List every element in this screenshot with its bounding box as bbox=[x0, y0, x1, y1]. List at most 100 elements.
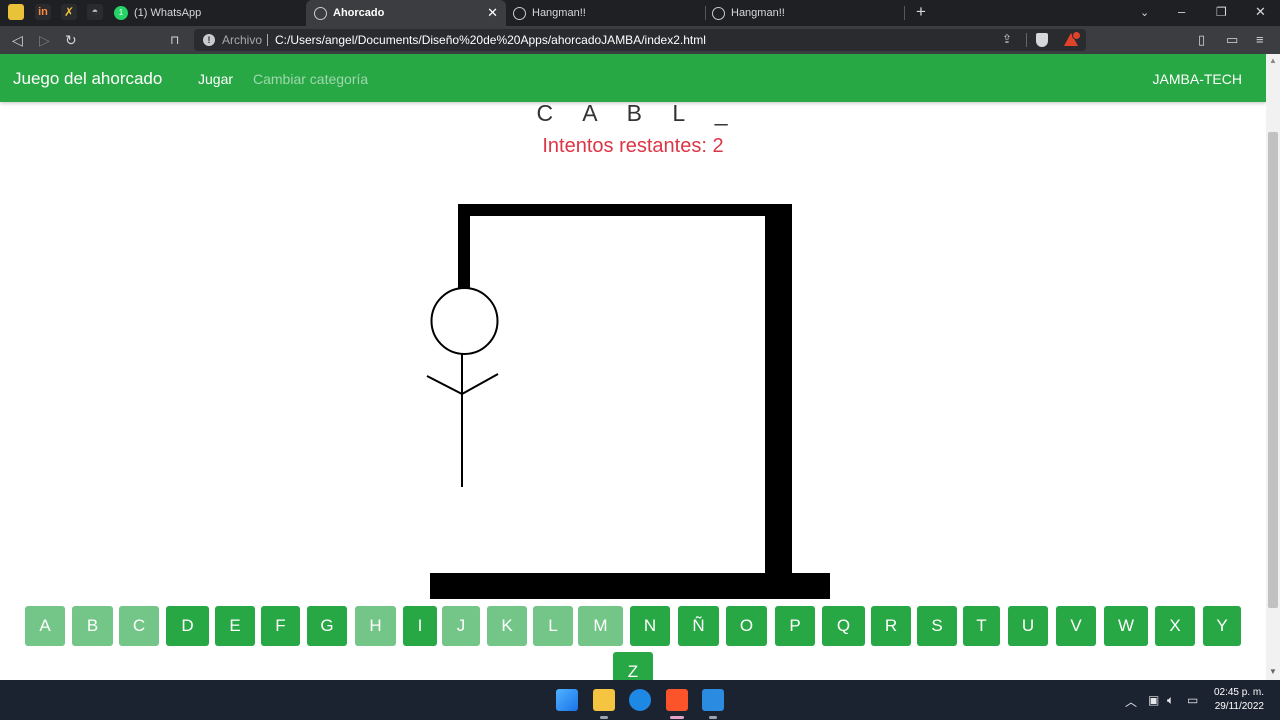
pinned-tab-icon[interactable] bbox=[8, 4, 24, 20]
letter-button-24[interactable]: X bbox=[1155, 606, 1195, 646]
pinned-tab-invision-icon[interactable]: in bbox=[35, 4, 51, 20]
letter-button-6[interactable]: G bbox=[307, 606, 347, 646]
tab-search-chevron-icon[interactable]: ⌄ bbox=[1140, 6, 1149, 19]
start-windows-icon[interactable] bbox=[556, 689, 578, 711]
scrollbar-thumb[interactable] bbox=[1268, 132, 1278, 608]
letter-button-11[interactable]: L bbox=[533, 606, 573, 646]
battery-icon[interactable]: ▭ bbox=[1187, 693, 1198, 707]
hangman-head bbox=[430, 287, 499, 355]
gallows-beam bbox=[458, 204, 792, 216]
tab-label: Hangman!! bbox=[532, 7, 586, 19]
globe-icon bbox=[314, 6, 327, 20]
letter-button-13[interactable]: N bbox=[630, 606, 670, 646]
navbar-right-label[interactable]: JAMBA-TECH bbox=[1153, 71, 1242, 87]
nav-link-cambiar-categoria[interactable]: Cambiar categoría bbox=[253, 71, 368, 87]
tab-whatsapp[interactable]: 1 (1) WhatsApp bbox=[106, 0, 302, 26]
close-tab-icon[interactable]: ✕ bbox=[487, 5, 498, 21]
letter-button-21[interactable]: U bbox=[1008, 606, 1048, 646]
taskbar-indicator bbox=[600, 716, 608, 719]
clock-date: 29/11/2022 bbox=[1214, 701, 1264, 712]
firefox-icon[interactable] bbox=[629, 689, 651, 711]
minimize-icon[interactable]: – bbox=[1178, 4, 1185, 19]
letter-button-1[interactable]: B bbox=[72, 606, 113, 646]
letter-button-14[interactable]: Ñ bbox=[678, 606, 719, 646]
navbar: Juego del ahorcado Jugar Cambiar categor… bbox=[0, 54, 1266, 102]
info-icon[interactable]: ! bbox=[203, 34, 215, 46]
tab-separator bbox=[904, 6, 905, 20]
tray-overflow-chevron-icon[interactable]: ︿ bbox=[1125, 693, 1137, 710]
letter-button-15[interactable]: O bbox=[726, 606, 767, 646]
letter-button-17[interactable]: Q bbox=[822, 606, 865, 646]
letter-button-0[interactable]: A bbox=[25, 606, 65, 646]
hangman-left-arm bbox=[426, 375, 463, 395]
letter-button-7[interactable]: H bbox=[355, 606, 396, 646]
system-clock[interactable]: 02:45 p. m. 29/11/2022 bbox=[1214, 686, 1264, 714]
letter-button-19[interactable]: S bbox=[917, 606, 957, 646]
letter-button-4[interactable]: E bbox=[215, 606, 255, 646]
letter-button-26[interactable]: Z bbox=[613, 652, 653, 680]
pinned-tab-app-icon[interactable]: ✗ bbox=[61, 4, 77, 20]
letter-button-23[interactable]: W bbox=[1104, 606, 1148, 646]
file-explorer-icon[interactable] bbox=[593, 689, 615, 711]
page-viewport: Juego del ahorcado Jugar Cambiar categor… bbox=[0, 54, 1280, 680]
address-scheme: Archivo bbox=[222, 33, 263, 47]
reload-icon[interactable]: ↻ bbox=[65, 32, 77, 48]
navbar-brand[interactable]: Juego del ahorcado bbox=[13, 69, 162, 89]
attempts-remaining: Intentos restantes: 2 bbox=[542, 135, 724, 157]
tab-hangman-2[interactable]: Hangman!! bbox=[704, 0, 904, 26]
back-icon[interactable]: ◁ bbox=[12, 32, 23, 48]
menu-icon[interactable]: ≡ bbox=[1256, 32, 1264, 47]
address-divider bbox=[1026, 33, 1027, 47]
tab-label: Ahorcado bbox=[333, 7, 385, 19]
browser-tab-bar: in ✗ ◓ 1 (1) WhatsApp Ahorcado ✕ Hangman… bbox=[0, 0, 1280, 26]
brave-shields-icon[interactable] bbox=[1036, 33, 1048, 47]
bookmark-icon[interactable]: ⊓ bbox=[170, 32, 179, 48]
volume-icon[interactable]: 🔈︎ bbox=[1167, 693, 1174, 708]
rewards-badge-icon bbox=[1072, 31, 1081, 40]
nav-link-jugar[interactable]: Jugar bbox=[198, 71, 233, 87]
letter-button-3[interactable]: D bbox=[166, 606, 209, 646]
letter-button-16[interactable]: P bbox=[775, 606, 815, 646]
scroll-down-icon[interactable]: ▼ bbox=[1269, 667, 1277, 676]
address-url[interactable]: C:/Users/angel/Documents/Diseño%20de%20A… bbox=[275, 33, 706, 47]
word-display: C A B L _ bbox=[536, 100, 740, 126]
close-window-icon[interactable]: ✕ bbox=[1255, 4, 1266, 20]
vscode-icon[interactable] bbox=[702, 689, 724, 711]
forward-icon[interactable]: ▷ bbox=[39, 32, 50, 48]
letter-button-10[interactable]: K bbox=[487, 606, 527, 646]
tab-hangman-1[interactable]: Hangman!! bbox=[505, 0, 705, 26]
letter-button-20[interactable]: T bbox=[963, 606, 1000, 646]
maximize-icon[interactable]: ❐ bbox=[1216, 5, 1227, 19]
whatsapp-icon: 1 bbox=[114, 6, 128, 20]
pinned-tab-hat-icon[interactable]: ◓ bbox=[87, 4, 103, 20]
brave-browser-icon[interactable] bbox=[666, 689, 688, 711]
letter-button-22[interactable]: V bbox=[1056, 606, 1096, 646]
sidebar-icon[interactable]: ▯ bbox=[1198, 32, 1205, 48]
scroll-up-icon[interactable]: ▲ bbox=[1269, 56, 1277, 65]
new-tab-button[interactable]: + bbox=[916, 2, 926, 22]
letter-button-5[interactable]: F bbox=[261, 606, 300, 646]
share-icon[interactable]: ⇪ bbox=[1002, 32, 1012, 46]
gallows-post bbox=[765, 204, 792, 576]
network-icon[interactable]: ▣ bbox=[1148, 693, 1159, 707]
tab-label: (1) WhatsApp bbox=[134, 7, 202, 19]
letter-button-18[interactable]: R bbox=[871, 606, 911, 646]
browser-toolbar: ◁ ▷ ↻ ⊓ ! Archivo C:/Users/angel/Documen… bbox=[0, 26, 1280, 54]
address-divider bbox=[267, 34, 268, 46]
tab-label: Hangman!! bbox=[731, 7, 785, 19]
wallet-icon[interactable]: ▭ bbox=[1226, 32, 1238, 48]
letter-button-12[interactable]: M bbox=[578, 606, 623, 646]
hangman-right-arm bbox=[461, 373, 499, 395]
address-bar[interactable]: ! Archivo C:/Users/angel/Documents/Diseñ… bbox=[194, 29, 1086, 51]
letter-button-8[interactable]: I bbox=[403, 606, 437, 646]
hangman-drawing bbox=[426, 204, 830, 599]
gallows-rope bbox=[458, 204, 470, 288]
taskbar-indicator bbox=[709, 716, 717, 719]
clock-time: 02:45 p. m. bbox=[1213, 687, 1264, 698]
taskbar-indicator bbox=[670, 716, 684, 719]
letter-button-25[interactable]: Y bbox=[1203, 606, 1241, 646]
letter-button-2[interactable]: C bbox=[119, 606, 159, 646]
letter-button-9[interactable]: J bbox=[442, 606, 480, 646]
globe-icon bbox=[513, 6, 526, 20]
tab-ahorcado[interactable]: Ahorcado ✕ bbox=[306, 0, 506, 26]
